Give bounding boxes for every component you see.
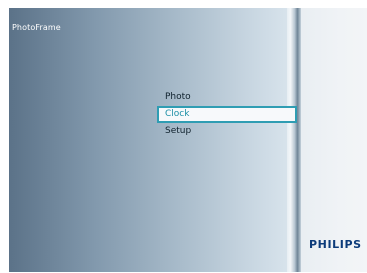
menu-item-photo[interactable]: Photo <box>157 89 297 106</box>
device-screen <box>9 8 296 272</box>
screen-bezel-divider <box>287 8 301 272</box>
app-title: PhotoFrame <box>12 23 61 32</box>
brand-side-panel <box>301 8 367 272</box>
menu-item-setup[interactable]: Setup <box>157 123 297 140</box>
menu-item-clock[interactable]: Clock <box>157 106 297 123</box>
main-menu: Photo Clock Setup <box>157 89 297 140</box>
philips-logo: PHILIPS <box>309 238 362 251</box>
